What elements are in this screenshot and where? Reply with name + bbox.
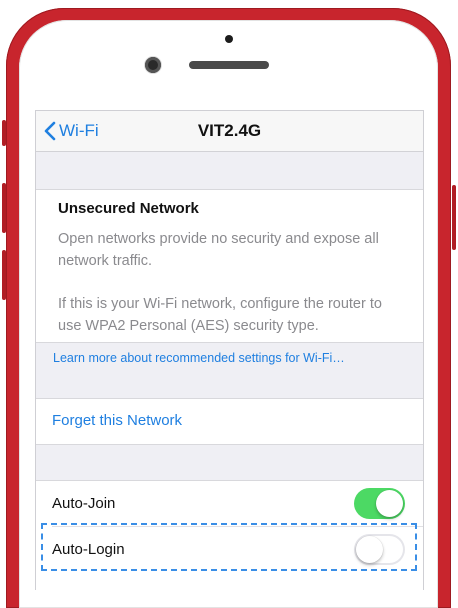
join-settings-group: Auto-Join Auto-Login bbox=[36, 480, 423, 590]
proximity-sensor bbox=[225, 35, 233, 43]
unsecured-network-notice: Unsecured Network Open networks provide … bbox=[36, 189, 423, 343]
power-button bbox=[452, 185, 456, 250]
front-camera-icon bbox=[145, 57, 161, 73]
auto-join-toggle[interactable] bbox=[354, 488, 405, 519]
screen: Wi-Fi VIT2.4G Unsecured Network Open net… bbox=[35, 110, 424, 590]
page-title: VIT2.4G bbox=[197, 121, 262, 140]
learn-more-link[interactable]: Learn more about recommended settings fo… bbox=[53, 351, 345, 365]
volume-up-button bbox=[2, 183, 6, 233]
auto-login-row: Auto-Login bbox=[36, 527, 423, 573]
earpiece-speaker bbox=[189, 61, 269, 69]
toggle-knob bbox=[356, 536, 383, 563]
forget-network-button[interactable]: Forget this Network bbox=[52, 412, 182, 429]
notice-text-security: Open networks provide no security and ex… bbox=[58, 231, 379, 269]
navigation-bar: Wi-Fi VIT2.4G bbox=[36, 111, 423, 152]
auto-login-label: Auto-Login bbox=[52, 541, 125, 558]
forget-network-cell[interactable]: Forget this Network bbox=[36, 398, 423, 445]
toggle-knob bbox=[376, 490, 403, 517]
mute-switch bbox=[2, 120, 6, 146]
auto-join-label: Auto-Join bbox=[52, 495, 116, 512]
auto-login-toggle[interactable] bbox=[354, 534, 405, 565]
notice-title: Unsecured Network bbox=[58, 200, 199, 217]
notice-text-router: If this is your Wi-Fi network, configure… bbox=[58, 296, 382, 334]
auto-join-row: Auto-Join bbox=[36, 481, 423, 527]
volume-down-button bbox=[2, 250, 6, 300]
